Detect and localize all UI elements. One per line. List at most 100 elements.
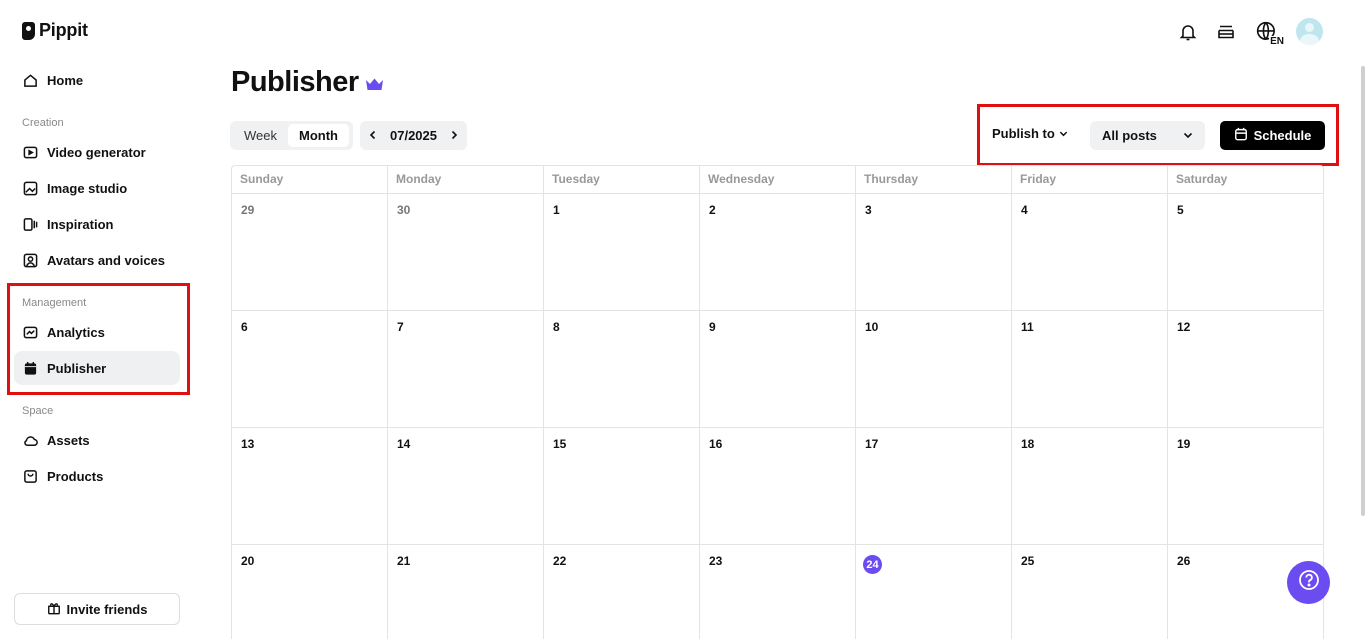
sidebar-item-image-studio[interactable]: Image studio [14, 171, 180, 205]
calendar-day-cell[interactable]: 25 [1012, 545, 1168, 639]
product-bag-icon [22, 468, 39, 485]
chevron-right-icon[interactable] [449, 128, 459, 143]
day-number: 1 [553, 203, 560, 217]
chevron-down-icon [1183, 128, 1193, 143]
highlight-box-management [7, 283, 190, 395]
calendar-day-cell[interactable]: 6 [232, 311, 388, 428]
day-number: 8 [553, 320, 560, 334]
avatar-icon [22, 252, 39, 269]
day-number: 16 [709, 437, 723, 451]
posts-filter-select[interactable]: All posts [1090, 121, 1205, 150]
day-number: 18 [1021, 437, 1035, 451]
day-number: 23 [709, 554, 723, 568]
day-number: 25 [1021, 554, 1035, 568]
calendar-day-cell[interactable]: 11 [1012, 311, 1168, 428]
calendar-day-cell[interactable]: 9 [700, 311, 856, 428]
day-number: 20 [241, 554, 255, 568]
calendar-day-cell[interactable]: 14 [388, 428, 544, 545]
app-name: Pippit [39, 20, 88, 40]
bell-icon[interactable] [1176, 20, 1200, 44]
inspiration-icon [22, 216, 39, 233]
app-logo[interactable]: Pippit [22, 20, 88, 41]
publish-to-dropdown[interactable]: Publish to [992, 126, 1068, 141]
calendar-day-cell[interactable]: 16 [700, 428, 856, 545]
sidebar-item-products[interactable]: Products [14, 459, 180, 493]
calendar-day-cell[interactable]: 2 [700, 194, 856, 311]
sidebar-item-label: Home [47, 72, 84, 88]
calendar-day-cell[interactable]: 17 [856, 428, 1012, 545]
calendar-day-cell[interactable]: 20 [232, 545, 388, 639]
day-number: 9 [709, 320, 716, 334]
calendar-day-cell[interactable]: 19 [1168, 428, 1324, 545]
day-number: 4 [1021, 203, 1028, 217]
tab-month[interactable]: Month [288, 124, 349, 147]
day-number: 15 [553, 437, 567, 451]
page-title: Publisher [231, 66, 384, 99]
calendar-day-cell[interactable]: 23 [700, 545, 856, 639]
section-space: Space [22, 405, 54, 417]
calendar-day-cell[interactable]: 5 [1168, 194, 1324, 311]
calendar-day-cell[interactable]: 10 [856, 311, 1012, 428]
sidebar-item-label: Video generator [47, 144, 146, 160]
language-globe-icon[interactable]: EN [1252, 20, 1285, 47]
day-number: 13 [241, 437, 255, 451]
day-number: 21 [397, 554, 411, 568]
sidebar-item-home[interactable]: Home [14, 63, 180, 97]
current-period: 07/2025 [390, 128, 437, 143]
month-navigator: 07/2025 [360, 121, 467, 150]
tab-week[interactable]: Week [233, 124, 288, 147]
weekday-label: Friday [1012, 166, 1168, 194]
day-number: 12 [1177, 320, 1191, 334]
page-scrollbar[interactable] [1361, 66, 1365, 516]
day-number: 30 [397, 203, 411, 217]
sidebar: Pippit Home Creation Video generator Ima… [0, 0, 200, 639]
calendar-day-cell[interactable]: 18 [1012, 428, 1168, 545]
sidebar-item-assets[interactable]: Assets [14, 423, 180, 457]
calendar-day-cell[interactable]: 7 [388, 311, 544, 428]
top-bar-actions: EN [1176, 18, 1323, 47]
sidebar-item-label: Assets [47, 432, 90, 448]
user-avatar[interactable] [1296, 18, 1323, 45]
gift-icon [47, 601, 61, 618]
sidebar-item-label: Image studio [47, 180, 128, 196]
calendar-day-cell[interactable]: 13 [232, 428, 388, 545]
calendar-day-cell[interactable]: 12 [1168, 311, 1324, 428]
calendar-day-cell[interactable]: 22 [544, 545, 700, 639]
calendar-weekday-header: Sunday Monday Tuesday Wednesday Thursday… [232, 166, 1324, 194]
image-plus-icon [22, 180, 39, 197]
calendar-day-cell[interactable]: 29 [232, 194, 388, 311]
publish-to-label: Publish to [992, 126, 1055, 141]
weekday-label: Sunday [232, 166, 388, 194]
pippit-logo-icon [22, 21, 35, 40]
day-number: 29 [241, 203, 255, 217]
day-number: 5 [1177, 203, 1184, 217]
invite-friends-button[interactable]: Invite friends [14, 593, 180, 625]
sidebar-item-label: Avatars and voices [47, 252, 166, 268]
today-day-number: 24 [863, 555, 882, 574]
calendar-day-cell-today[interactable]: 24 [856, 545, 1012, 639]
help-button[interactable] [1287, 561, 1330, 604]
sidebar-item-avatars-and-voices[interactable]: Avatars and voices [14, 243, 180, 277]
chevron-left-icon[interactable] [368, 128, 378, 143]
sidebar-item-video-generator[interactable]: Video generator [14, 135, 180, 169]
calendar-icon [1234, 127, 1248, 144]
calendar-day-cell[interactable]: 30 [388, 194, 544, 311]
calendar-day-cell[interactable]: 8 [544, 311, 700, 428]
calendar-day-cell[interactable]: 1 [544, 194, 700, 311]
day-number: 7 [397, 320, 404, 334]
cloud-icon [22, 432, 39, 449]
weekday-label: Wednesday [700, 166, 856, 194]
view-toggle: Week Month [230, 121, 353, 150]
sidebar-item-inspiration[interactable]: Inspiration [14, 207, 180, 241]
day-number: 19 [1177, 437, 1191, 451]
weekday-label: Thursday [856, 166, 1012, 194]
calendar-day-cell[interactable]: 15 [544, 428, 700, 545]
day-number: 17 [865, 437, 879, 451]
schedule-button[interactable]: Schedule [1220, 121, 1325, 150]
calendar-body: 29 30 1 2 3 4 5 6 7 8 9 10 11 12 13 14 1… [232, 194, 1324, 639]
schedule-label: Schedule [1253, 128, 1312, 143]
calendar-day-cell[interactable]: 21 [388, 545, 544, 639]
calendar-day-cell[interactable]: 4 [1012, 194, 1168, 311]
wallet-icon[interactable] [1214, 20, 1238, 44]
calendar-day-cell[interactable]: 3 [856, 194, 1012, 311]
